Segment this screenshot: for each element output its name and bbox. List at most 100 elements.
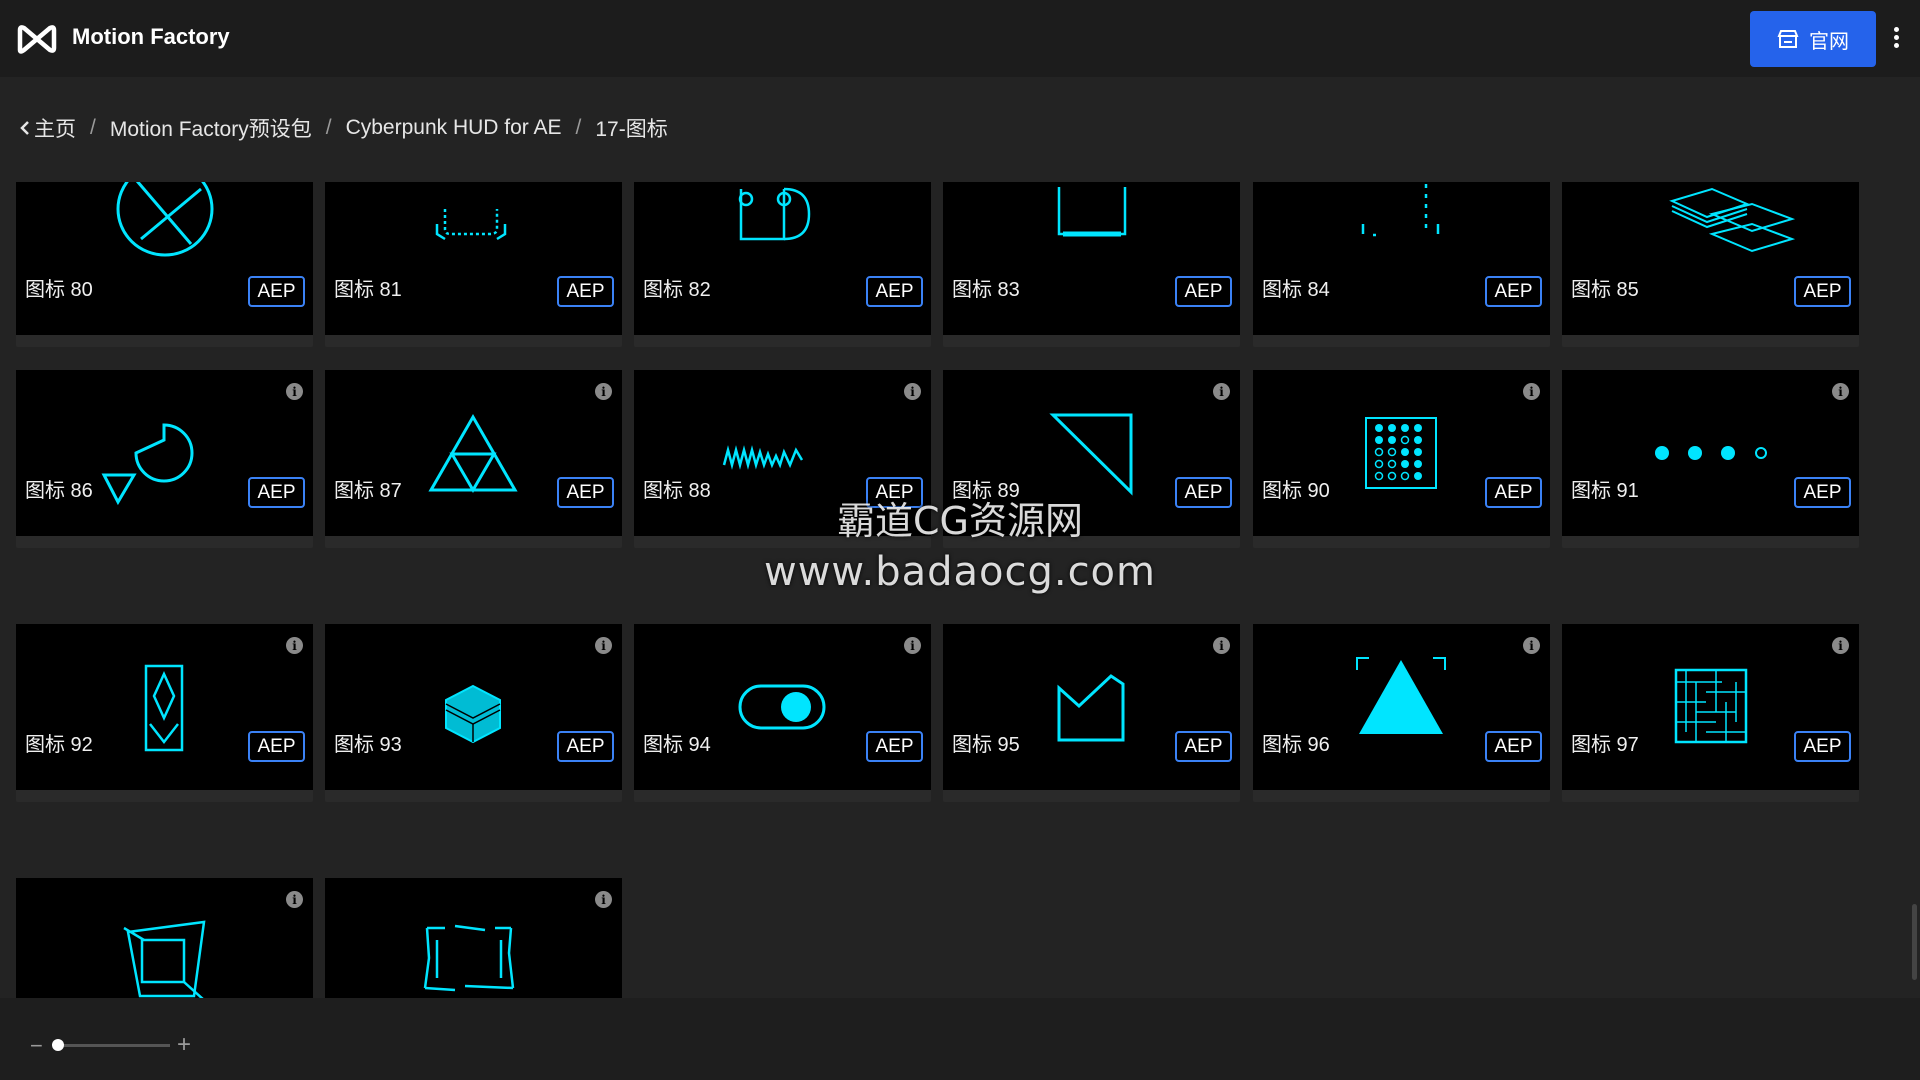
asset-thumbnail: i [634,624,931,790]
asset-card[interactable]: i 图标 90 AEP [1253,370,1550,548]
asset-label: 图标 91 [1571,480,1639,502]
breadcrumb-home[interactable]: 主页 [20,113,76,143]
asset-card[interactable]: i 图标 92 AEP [16,624,313,802]
asset-thumbnail: i [16,624,313,790]
asset-label: 图标 89 [952,480,1020,502]
app-title[interactable]: Motion Factory [72,24,230,50]
asset-card[interactable]: 图标 80 AEP [16,182,313,347]
breadcrumb-collection[interactable]: Cyberpunk HUD for AE [346,116,562,140]
aep-badge[interactable]: AEP [866,731,923,762]
asset-card[interactable]: 图标 83 AEP [943,182,1240,347]
asset-card[interactable]: i 图标 88 AEP [634,370,931,548]
breadcrumb-pack[interactable]: Motion Factory预设包 [110,113,312,143]
more-dot-icon [1893,43,1899,48]
info-icon[interactable]: i [595,383,612,400]
asset-thumbnail: i [1253,370,1550,536]
aep-badge[interactable]: AEP [557,477,614,508]
aep-badge[interactable]: AEP [1485,276,1542,307]
dashed-frame-glyph-icon [435,209,507,241]
asset-thumbnail: i [943,624,1240,790]
crown-box-glyph-icon [1057,674,1125,742]
aep-badge[interactable]: AEP [1794,731,1851,762]
asset-card[interactable]: i 图标 93 AEP [325,624,622,802]
asset-thumbnail [16,182,313,335]
asset-card[interactable]: i 图标 89 AEP [943,370,1240,548]
asset-card[interactable]: i 图标 86 AEP [16,370,313,548]
asset-label: 图标 96 [1262,734,1330,756]
asset-card[interactable]: i 图标 95 AEP [943,624,1240,802]
info-icon[interactable]: i [286,637,303,654]
info-icon[interactable]: i [595,891,612,908]
top-bar: Motion Factory 官网 [0,0,1920,77]
aep-badge[interactable]: AEP [1485,477,1542,508]
asset-card[interactable]: 图标 84 AEP [1253,182,1550,347]
more-menu-button[interactable] [1888,24,1904,54]
zoom-out-button[interactable]: − [30,1033,43,1059]
circle-cross-glyph-icon [116,182,214,257]
aep-badge[interactable]: AEP [248,731,305,762]
breadcrumb-current[interactable]: 17-图标 [595,113,667,143]
aep-badge[interactable]: AEP [248,477,305,508]
puzzle-glyph-icon [738,187,811,241]
info-icon[interactable]: i [1832,637,1849,654]
maze-grid-glyph-icon [1674,668,1748,744]
asset-card[interactable]: 图标 81 AEP [325,182,622,347]
zoom-slider-handle[interactable] [52,1039,64,1051]
info-icon[interactable]: i [286,383,303,400]
asset-card[interactable]: i [325,878,622,998]
waveform-glyph-icon [722,445,804,470]
info-icon[interactable]: i [286,891,303,908]
aep-badge[interactable]: AEP [866,477,923,508]
aep-badge[interactable]: AEP [557,276,614,307]
asset-label: 图标 87 [334,480,402,502]
asset-card[interactable]: i 图标 94 AEP [634,624,931,802]
asset-card[interactable]: i [16,878,313,998]
asset-thumbnail [634,182,931,335]
aep-badge[interactable]: AEP [248,276,305,307]
info-icon[interactable]: i [904,383,921,400]
asset-card[interactable]: i 图标 91 AEP [1562,370,1859,548]
aep-badge[interactable]: AEP [1175,477,1232,508]
info-icon[interactable]: i [904,637,921,654]
corner-triangle-glyph-icon [1049,413,1133,496]
vertical-scrollbar[interactable] [1912,904,1917,980]
info-icon[interactable]: i [1523,637,1540,654]
info-icon[interactable]: i [1523,383,1540,400]
aep-badge[interactable]: AEP [1794,276,1851,307]
asset-label: 图标 82 [643,279,711,301]
asset-card[interactable]: 图标 85 AEP [1562,182,1859,347]
aep-badge[interactable]: AEP [1794,477,1851,508]
filled-triangle-glyph-icon [1356,657,1446,734]
info-icon[interactable]: i [1213,383,1230,400]
asset-card[interactable]: i 图标 97 AEP [1562,624,1859,802]
asset-grid: 图标 80 AEP 图标 81 AEP 图标 82 AEP 图标 83 AEP … [0,182,1900,998]
zoom-slider-track[interactable] [58,1044,170,1047]
official-site-button[interactable]: 官网 [1750,11,1876,67]
zoom-in-button[interactable]: + [177,1031,191,1059]
asset-thumbnail: i [943,370,1240,536]
aep-badge[interactable]: AEP [866,276,923,307]
aep-badge[interactable]: AEP [1485,731,1542,762]
aep-badge[interactable]: AEP [557,731,614,762]
toggle-switch-glyph-icon [738,684,826,730]
asset-label: 图标 90 [1262,480,1330,502]
aep-badge[interactable]: AEP [1175,276,1232,307]
info-icon[interactable]: i [1832,383,1849,400]
pie-triangle-glyph-icon [101,423,194,506]
aep-badge[interactable]: AEP [1175,731,1232,762]
asset-card[interactable]: i 图标 87 AEP [325,370,622,548]
asset-thumbnail [325,182,622,335]
dotted-line-glyph-icon [1361,184,1440,237]
info-icon[interactable]: i [1213,637,1230,654]
glitch-frame-glyph-icon [423,924,515,992]
breadcrumb: 主页 / Motion Factory预设包 / Cyberpunk HUD f… [20,113,668,143]
asset-thumbnail: i [1562,370,1859,536]
official-site-label: 官网 [1809,30,1849,53]
asset-thumbnail: i [325,370,622,536]
motion-factory-logo-icon[interactable] [16,22,58,56]
asset-thumbnail: i [16,370,313,536]
asset-card[interactable]: 图标 82 AEP [634,182,931,347]
breadcrumb-separator: / [90,116,96,139]
asset-card[interactable]: i 图标 96 AEP [1253,624,1550,802]
info-icon[interactable]: i [595,637,612,654]
